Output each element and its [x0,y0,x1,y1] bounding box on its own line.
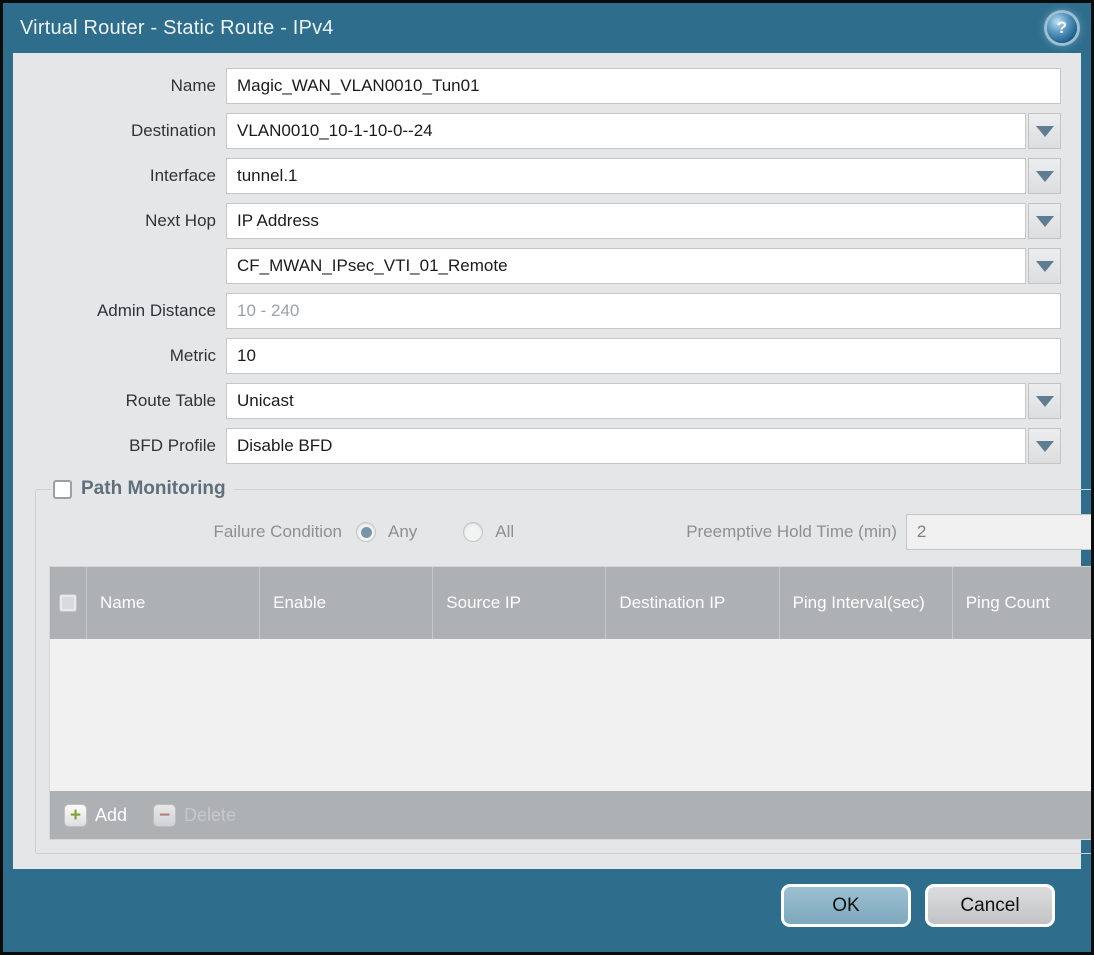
form-row-next-hop-address [25,248,1061,284]
form-row-name: Name [25,68,1061,104]
column-header-name: Name [86,567,259,639]
form-row-route-table: Route Table [25,383,1061,419]
column-header-source-ip: Source IP [432,567,605,639]
metric-input[interactable] [226,338,1061,374]
metric-label: Metric [169,346,216,365]
column-header-enable: Enable [259,567,432,639]
next-hop-address-dropdown-button[interactable] [1028,248,1061,284]
path-monitoring-table: Name Enable Source IP Destination IP Pin… [49,566,1091,840]
path-monitoring-section: Path Monitoring Failure Condition Any Al… [35,478,1091,854]
next-hop-dropdown-button[interactable] [1028,203,1061,239]
form-row-interface: Interface [25,158,1061,194]
form-row-destination: Destination [25,113,1061,149]
delete-button[interactable]: − Delete [153,803,237,827]
dialog-title: Virtual Router - Static Route - IPv4 [20,16,334,39]
table-toolbar: + Add − Delete [50,791,1091,839]
minus-icon: − [153,803,177,827]
path-monitoring-options-row: Failure Condition Any All Preemptive Hol… [49,514,1091,550]
chevron-down-icon [1035,170,1054,182]
chevron-down-icon [1035,125,1054,137]
select-all-cell [50,567,86,639]
failure-condition-all-label: All [495,522,515,541]
path-monitoring-checkbox[interactable] [53,479,72,499]
chevron-down-icon [1035,260,1054,272]
chevron-down-icon [1035,215,1054,227]
failure-condition-all-radio[interactable] [463,522,484,542]
interface-input[interactable] [226,158,1026,194]
column-header-ping-count: Ping Count [951,567,1091,639]
route-table-label: Route Table [125,391,216,410]
admin-distance-label: Admin Distance [96,301,216,320]
chevron-down-icon [1035,440,1054,452]
bfd-profile-dropdown-button[interactable] [1028,428,1061,464]
table-body-empty [50,639,1091,791]
delete-button-label: Delete [184,804,237,825]
interface-dropdown-button[interactable] [1028,158,1061,194]
column-header-destination-ip: Destination IP [605,567,778,639]
form-row-bfd-profile: BFD Profile [25,428,1061,464]
next-hop-type-input[interactable] [226,203,1026,239]
form-row-metric: Metric [25,338,1061,374]
dialog-footer: OK Cancel [3,869,1091,927]
preemptive-hold-time-label: Preemptive Hold Time (min) [686,522,897,541]
next-hop-address-input[interactable] [226,248,1026,284]
form-row-next-hop: Next Hop [25,203,1061,239]
column-header-ping-interval: Ping Interval(sec) [778,567,952,639]
name-label: Name [170,76,216,95]
failure-condition-radios: Any All [356,522,550,542]
admin-distance-input[interactable] [226,293,1061,329]
add-button[interactable]: + Add [64,803,128,827]
route-table-input[interactable] [226,383,1026,419]
title-bar: Virtual Router - Static Route - IPv4 ? [3,3,1091,53]
chevron-down-icon [1035,395,1054,407]
static-route-dialog: Virtual Router - Static Route - IPv4 ? N… [0,0,1094,955]
interface-label: Interface [149,166,216,185]
failure-condition-any-radio[interactable] [356,522,376,542]
select-all-checkbox[interactable] [59,594,77,612]
help-icon[interactable]: ? [1047,13,1077,43]
path-monitoring-legend: Path Monitoring [51,478,234,500]
add-button-label: Add [95,804,128,825]
form-row-admin-distance: Admin Distance [25,293,1061,329]
failure-condition-any-label: Any [388,522,418,541]
failure-condition-label: Failure Condition [213,522,342,541]
preemptive-hold-time-input[interactable] [905,514,1091,550]
bfd-profile-input[interactable] [226,428,1026,464]
path-monitoring-title: Path Monitoring [81,478,226,499]
ok-button[interactable]: OK [781,884,911,927]
route-table-dropdown-button[interactable] [1028,383,1061,419]
table-header-row: Name Enable Source IP Destination IP Pin… [50,567,1091,639]
dialog-body: Name Destination Interface Next Hop [13,53,1091,869]
destination-label: Destination [130,121,216,140]
destination-input[interactable] [226,113,1026,149]
cancel-button[interactable]: Cancel [925,884,1055,927]
destination-dropdown-button[interactable] [1028,113,1061,149]
next-hop-label: Next Hop [145,211,216,230]
name-input[interactable] [226,68,1061,104]
bfd-profile-label: BFD Profile [129,436,216,455]
plus-icon: + [64,803,87,827]
